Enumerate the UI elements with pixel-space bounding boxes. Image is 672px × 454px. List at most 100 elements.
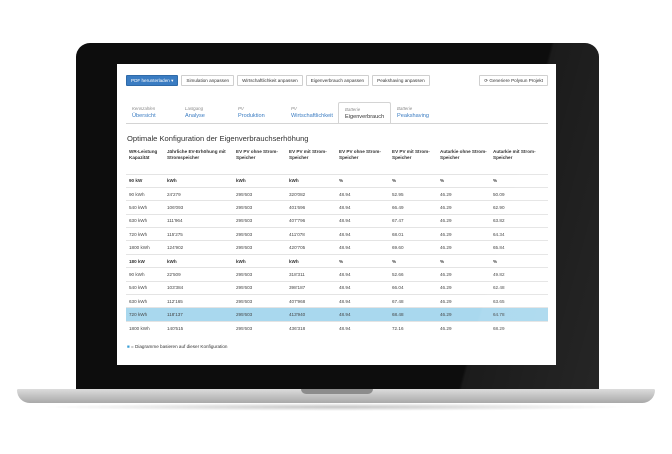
table-cell: 1800 kWh — [126, 320, 164, 335]
table-cell: 46.29 — [437, 227, 490, 241]
table-row[interactable]: 720 kWh 115'275 295'603 411'078 48.94 68.01 46… — [126, 227, 548, 241]
table-cell: 103'384 — [164, 280, 233, 295]
table-cell: 436'318 — [286, 320, 336, 335]
table-cell: 62.48 — [490, 280, 548, 295]
column-header: Autarkie ohne Strom-Speicher — [440, 149, 487, 160]
table-cell: 46.29 — [437, 213, 490, 228]
tab-bar: Kennzahlen Übersicht Lastgang Analyse PV… — [126, 102, 444, 124]
table-cell: 46.29 — [437, 307, 490, 322]
tab-overview[interactable]: Kennzahlen Übersicht — [126, 102, 179, 124]
table-cell: 46.29 — [437, 240, 490, 255]
table-cell: 52.95 — [389, 186, 437, 201]
table-cell: 90 kWh — [126, 267, 164, 282]
generate-polysun-project-button[interactable]: ⟳ Generiere Polysun Projekt — [479, 75, 548, 86]
tab-label: Analyse — [185, 113, 205, 119]
table-cell: 46.29 — [437, 320, 490, 335]
table-row[interactable]: 540 kWh 106'093 295'603 401'696 48.94 66.49 46… — [126, 200, 548, 215]
table-row[interactable]: 720 kWh 118'137 295'603 413'940 48.94 68.48 46… — [126, 307, 548, 322]
pdf-download-button[interactable]: PDF herunterladen ▾ — [126, 75, 179, 86]
table-cell: 22'509 — [164, 267, 233, 282]
table-row[interactable]: 630 kWh 112'165 295'603 407'968 48.94 67.48 46… — [126, 294, 548, 308]
tab-label: Wirtschaftlichkeit — [291, 113, 333, 119]
table-cell: 320'082 — [286, 186, 336, 201]
table-cell: 46.29 — [437, 294, 490, 308]
table-cell: 295'603 — [233, 267, 286, 282]
table-cell: 630 kWh — [126, 213, 164, 228]
column-header: EV PV ohne Strom-Speicher — [236, 149, 278, 160]
table-row[interactable]: 540 kWh 103'384 295'603 398'187 48.94 66.04 46… — [126, 280, 548, 295]
table-cell: 407'968 — [286, 294, 336, 308]
table-cell: 318'311 — [286, 267, 336, 282]
table-cell: 90 kWh — [126, 186, 164, 201]
table-cell: 1800 kWh — [126, 240, 164, 255]
table-header-row: WR-Leistung Kapazität Jährliche EV-Erhöhu… — [126, 146, 548, 174]
table-cell: 48.94 — [336, 240, 389, 255]
table-cell: 64.34 — [490, 227, 548, 241]
table-row[interactable]: 630 kWh 111'964 295'603 407'796 48.94 67.47 46… — [126, 213, 548, 228]
tab-label: Übersicht — [132, 113, 156, 119]
configuration-table: WR-Leistung Kapazität Jährliche EV-Erhöhu… — [126, 146, 548, 335]
table-cell: 65.84 — [490, 240, 548, 255]
column-header: Jährliche EV-Erhöhung mit Stromspeicher — [167, 149, 226, 160]
table-cell: 48.94 — [336, 186, 389, 201]
table-cell: kWh — [164, 173, 233, 188]
table-cell: 112'165 — [164, 294, 233, 308]
tab-economics[interactable]: PV Wirtschaftlichkeit — [285, 102, 338, 124]
tab-self-consumption[interactable]: Batterie Eigenverbrauch — [338, 102, 391, 124]
adjust-peakshaving-button[interactable]: Peakshaving anpassen — [372, 75, 430, 86]
table-cell: % — [336, 173, 389, 188]
table-cell: 140'515 — [164, 320, 233, 335]
table-cell: 49.82 — [490, 267, 548, 282]
table-cell: 398'187 — [286, 280, 336, 295]
footnote-text: = Diagramme basieren auf dieser Konfigur… — [129, 344, 228, 349]
column-header: EV PV mit Strom-Speicher — [392, 149, 430, 160]
laptop-shadow — [40, 403, 632, 411]
tab-production[interactable]: PV Produktion — [232, 102, 285, 124]
toolbar: PDF herunterladen ▾ Simulation anpassen … — [126, 75, 430, 86]
table-cell: 68.29 — [490, 320, 548, 335]
table-cell: 180 kW — [126, 253, 164, 268]
laptop-notch — [301, 389, 373, 394]
adjust-simulation-button[interactable]: Simulation anpassen — [181, 75, 235, 86]
tab-label: Eigenverbrauch — [345, 114, 385, 120]
table-cell: % — [490, 253, 548, 268]
table-cell: 295'603 — [233, 320, 286, 335]
section-title: Optimale Konfiguration der Eigenverbrauc… — [127, 134, 309, 143]
tab-analysis[interactable]: Lastgang Analyse — [179, 102, 232, 124]
table-row[interactable]: 90 kWh 22'509 295'603 318'311 48.94 52.66 46.2… — [126, 267, 548, 282]
table-cell: 50.09 — [490, 186, 548, 201]
table-row[interactable]: 1800 kWh 140'515 295'603 436'318 48.94 72.16 4… — [126, 320, 548, 335]
group-header-row: 180 kW kWh kWh kWh%%%% — [126, 253, 548, 268]
column-header: WR-Leistung Kapazität — [129, 149, 158, 160]
table-cell: 46.29 — [437, 200, 490, 215]
tab-peakshaving[interactable]: Batterie Peakshaving — [391, 102, 444, 124]
table-cell: 118'137 — [164, 307, 233, 322]
table-cell: kWh — [286, 173, 336, 188]
table-cell: % — [389, 173, 437, 188]
table-cell: 540 kWh — [126, 280, 164, 295]
table-cell: 295'603 — [233, 227, 286, 241]
table-cell: 48.94 — [336, 267, 389, 282]
adjust-self-consumption-button[interactable]: Eigenverbrauch anpassen — [305, 75, 370, 86]
table-cell: 48.94 — [336, 200, 389, 215]
table-cell: 69.60 — [389, 240, 437, 255]
table-cell: 420'705 — [286, 240, 336, 255]
table-cell: 295'603 — [233, 213, 286, 228]
group-header-row: 90 kW kWh kWh kWh%%%% — [126, 173, 548, 188]
table-row[interactable]: 1800 kWh 124'902 295'603 420'705 48.94 69.60 4… — [126, 240, 548, 255]
table-cell: 68.01 — [389, 227, 437, 241]
table-cell: 413'940 — [286, 307, 336, 322]
table-cell: 48.94 — [336, 294, 389, 308]
table-cell: 106'093 — [164, 200, 233, 215]
table-cell: 407'796 — [286, 213, 336, 228]
table-cell: 66.49 — [389, 200, 437, 215]
adjust-economics-button[interactable]: Wirtschaftlichkeit anpassen — [237, 75, 303, 86]
table-cell: 46.29 — [437, 186, 490, 201]
table-cell: 63.82 — [490, 213, 548, 228]
table-cell: kWh — [286, 253, 336, 268]
table-row[interactable]: 90 kWh 24'279 295'603 320'082 48.94 52.95 46.2… — [126, 186, 548, 201]
table-cell: 295'603 — [233, 307, 286, 322]
table-cell: 111'964 — [164, 213, 233, 228]
column-header: Autarkie mit Strom-Speicher — [493, 149, 536, 160]
table-cell: 67.48 — [389, 294, 437, 308]
